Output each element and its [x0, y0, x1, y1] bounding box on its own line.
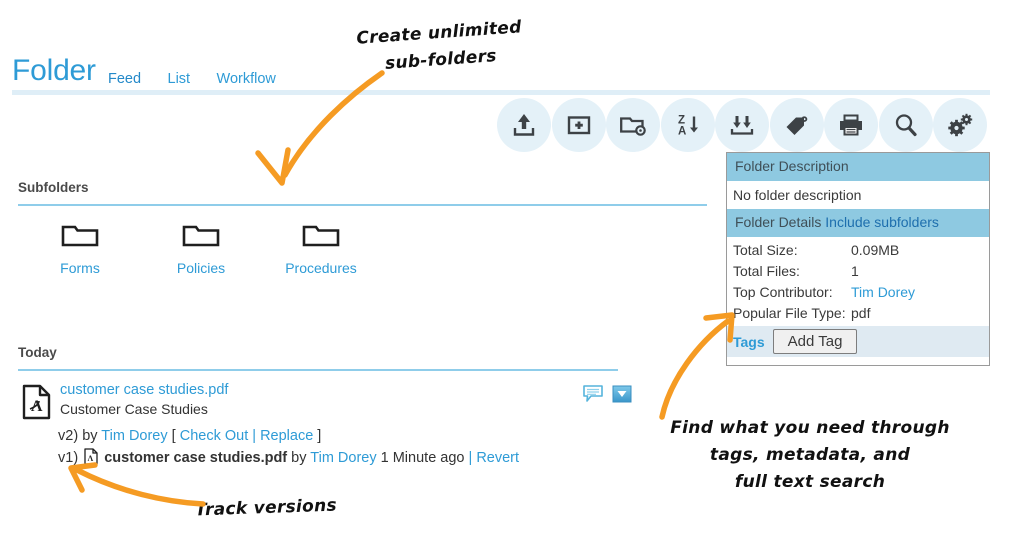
new-folder-icon: [618, 111, 648, 139]
subfolder-label: Procedures: [285, 260, 357, 276]
version-label: v2): [58, 428, 79, 444]
new-document-icon: [565, 111, 593, 139]
version-author-link[interactable]: Tim Dorey: [101, 428, 167, 444]
detail-row-popular-file-type: Popular File Type: pdf: [733, 303, 989, 324]
version-by-label: by: [82, 428, 98, 444]
detail-key: Total Files:: [733, 263, 800, 279]
subfolder-procedures[interactable]: Procedures: [266, 218, 376, 277]
annotation-arrow-find: [659, 312, 735, 420]
revert-link[interactable]: Revert: [476, 450, 519, 466]
version-separator: |: [468, 450, 473, 466]
upload-icon: [510, 111, 538, 139]
folder-icon: [301, 225, 341, 252]
feed-section: Today Λ customer case studies.pdf Custom…: [0, 345, 640, 472]
version-time: 1 Minute ago: [380, 450, 465, 466]
detail-value: 0.09MB: [851, 242, 900, 258]
svg-text:A: A: [678, 126, 686, 138]
folder-details-header: Folder Details Include subfolders: [727, 209, 989, 237]
annotation-line: Track versions: [194, 495, 338, 521]
bracket-open: [: [171, 428, 176, 444]
sort-button[interactable]: Z A: [660, 98, 715, 152]
tag-button[interactable]: [769, 98, 824, 152]
detail-row-total-files: Total Files: 1: [733, 261, 989, 282]
file-description: Customer Case Studies: [60, 401, 208, 417]
download-dropdown-button[interactable]: [612, 384, 632, 409]
replace-link[interactable]: Replace: [260, 428, 313, 444]
detail-key: Total Size:: [733, 242, 798, 258]
page-title: Folder: [12, 54, 96, 87]
detail-value: 1: [851, 263, 859, 279]
add-tag-button[interactable]: Add Tag: [772, 329, 858, 354]
tag-icon: [782, 111, 812, 139]
new-folder-button[interactable]: [606, 98, 660, 152]
sort-za-icon: Z A: [673, 111, 703, 139]
folder-info-panel: Folder Description No folder description…: [726, 152, 990, 366]
version-author-link[interactable]: Tim Dorey: [310, 450, 376, 466]
annotation-line: full text search: [734, 472, 886, 492]
download-button[interactable]: [715, 98, 769, 152]
settings-gears-icon: [945, 111, 975, 139]
folder-details-title: Folder Details: [735, 214, 822, 230]
bracket-close: ]: [317, 428, 322, 444]
detail-key: Top Contributor:: [733, 284, 833, 300]
tags-row: Tags Add Tag: [727, 326, 989, 357]
feed-item: Λ customer case studies.pdf Customer Cas…: [18, 381, 632, 472]
download-icon: [727, 111, 757, 139]
svg-text:Λ: Λ: [31, 398, 43, 415]
include-subfolders-link[interactable]: Include subfolders: [825, 214, 939, 230]
folder-icon: [60, 225, 100, 252]
panel-bottom-strip: [727, 357, 989, 365]
pdf-file-icon: Λ: [22, 384, 52, 425]
annotation-find-through: Find what you need through tags, metadat…: [645, 415, 975, 496]
settings-button[interactable]: [933, 98, 987, 152]
subfolder-forms[interactable]: Forms: [25, 218, 135, 277]
search-icon: [891, 111, 921, 139]
feed-divider: [18, 369, 618, 371]
folder-description-header: Folder Description: [727, 153, 989, 181]
detail-value: pdf: [851, 305, 871, 321]
subfolder-list: Forms Policies Procedures: [0, 218, 720, 288]
upload-button[interactable]: [497, 98, 551, 152]
check-out-link[interactable]: Check Out: [180, 428, 249, 444]
version-separator: |: [252, 428, 257, 444]
header-divider: [12, 90, 990, 95]
folder-description-text: No folder description: [733, 187, 862, 203]
print-button[interactable]: [824, 98, 878, 152]
new-document-button[interactable]: [551, 98, 606, 152]
annotation-line: tags, metadata, and: [709, 445, 911, 465]
detail-value-link[interactable]: Tim Dorey: [851, 282, 915, 303]
feed-heading: Today: [18, 345, 57, 360]
file-info: customer case studies.pdf Customer Case …: [60, 381, 618, 419]
annotation-arrow-subfolders: [255, 70, 385, 186]
subfolder-policies[interactable]: Policies: [146, 218, 256, 277]
annotation-track-versions: Track versions: [195, 494, 395, 521]
file-name-link[interactable]: customer case studies.pdf: [60, 381, 618, 400]
folder-detail-rows: Total Size: 0.09MB Total Files: 1 Top Co…: [727, 237, 989, 324]
search-button[interactable]: [878, 98, 933, 152]
detail-row-top-contributor: Top Contributor: Tim Dorey: [733, 282, 989, 303]
subfolder-label: Policies: [176, 260, 226, 276]
detail-row-total-size: Total Size: 0.09MB: [733, 240, 989, 261]
subfolder-label: Forms: [60, 260, 100, 276]
version-row-v2: v2) by Tim Dorey [ Check Out | Replace ]: [58, 425, 618, 447]
app-canvas: Folder Feed List Workflow Z A Subfolders…: [0, 0, 1009, 547]
annotation-arrow-track-versions: [68, 462, 206, 507]
print-icon: [836, 111, 866, 139]
comment-button[interactable]: [582, 384, 604, 409]
folder-icon: [181, 225, 221, 252]
version-by-label: by: [291, 450, 307, 466]
feed-item-actions: [582, 384, 632, 409]
